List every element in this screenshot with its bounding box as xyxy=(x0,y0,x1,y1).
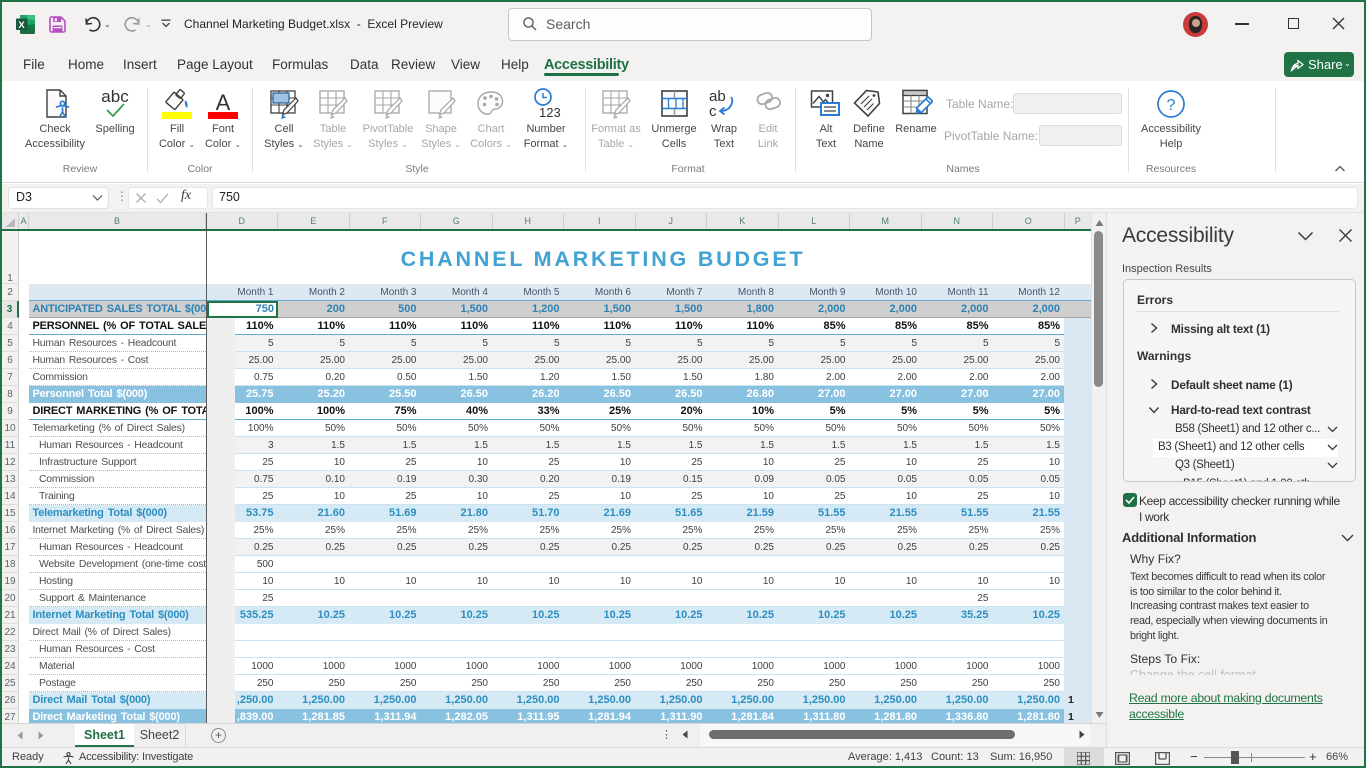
svg-text:c: c xyxy=(709,103,717,120)
svg-text:abc: abc xyxy=(101,88,129,106)
svg-text:123: 123 xyxy=(539,105,561,120)
svg-text:X: X xyxy=(18,20,25,31)
svg-text:?: ? xyxy=(1167,97,1176,114)
svg-text:A: A xyxy=(216,90,231,115)
